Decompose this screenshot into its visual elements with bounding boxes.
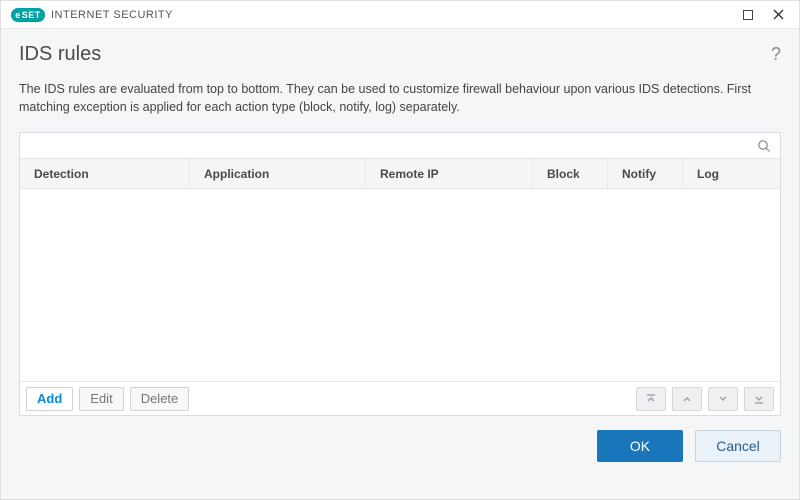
- brand-badge: SET: [11, 8, 45, 22]
- search-bar: [20, 133, 780, 159]
- titlebar: SET INTERNET SECURITY: [1, 1, 799, 29]
- delete-button[interactable]: Delete: [130, 387, 190, 411]
- header: IDS rules ?: [1, 29, 799, 74]
- dialog-buttons: OK Cancel: [1, 430, 799, 480]
- column-application[interactable]: Application: [190, 159, 366, 188]
- product-name: INTERNET SECURITY: [51, 9, 173, 21]
- rules-panel: Detection Application Remote IP Block No…: [19, 132, 781, 416]
- move-bottom-button[interactable]: [744, 387, 774, 411]
- ok-button[interactable]: OK: [597, 430, 683, 462]
- help-icon[interactable]: ?: [771, 44, 781, 65]
- page-title: IDS rules: [19, 43, 771, 66]
- move-top-button[interactable]: [636, 387, 666, 411]
- add-button[interactable]: Add: [26, 387, 73, 411]
- search-input[interactable]: [26, 133, 754, 158]
- window: SET INTERNET SECURITY IDS rules ? The ID…: [0, 0, 800, 500]
- move-up-button[interactable]: [672, 387, 702, 411]
- edit-button[interactable]: Edit: [79, 387, 123, 411]
- rules-grid[interactable]: [20, 189, 780, 381]
- column-block[interactable]: Block: [533, 159, 608, 188]
- column-remote-ip[interactable]: Remote IP: [366, 159, 533, 188]
- column-log[interactable]: Log: [683, 159, 780, 188]
- cancel-button[interactable]: Cancel: [695, 430, 781, 462]
- rules-toolbar: Add Edit Delete: [20, 381, 780, 415]
- column-notify[interactable]: Notify: [608, 159, 683, 188]
- description-text: The IDS rules are evaluated from top to …: [1, 74, 799, 128]
- window-maximize-button[interactable]: [733, 5, 763, 25]
- move-down-button[interactable]: [708, 387, 738, 411]
- column-detection[interactable]: Detection: [20, 159, 190, 188]
- brand-logo: SET INTERNET SECURITY: [11, 8, 173, 22]
- search-icon[interactable]: [754, 136, 774, 156]
- column-headers: Detection Application Remote IP Block No…: [20, 159, 780, 189]
- window-close-button[interactable]: [763, 5, 793, 25]
